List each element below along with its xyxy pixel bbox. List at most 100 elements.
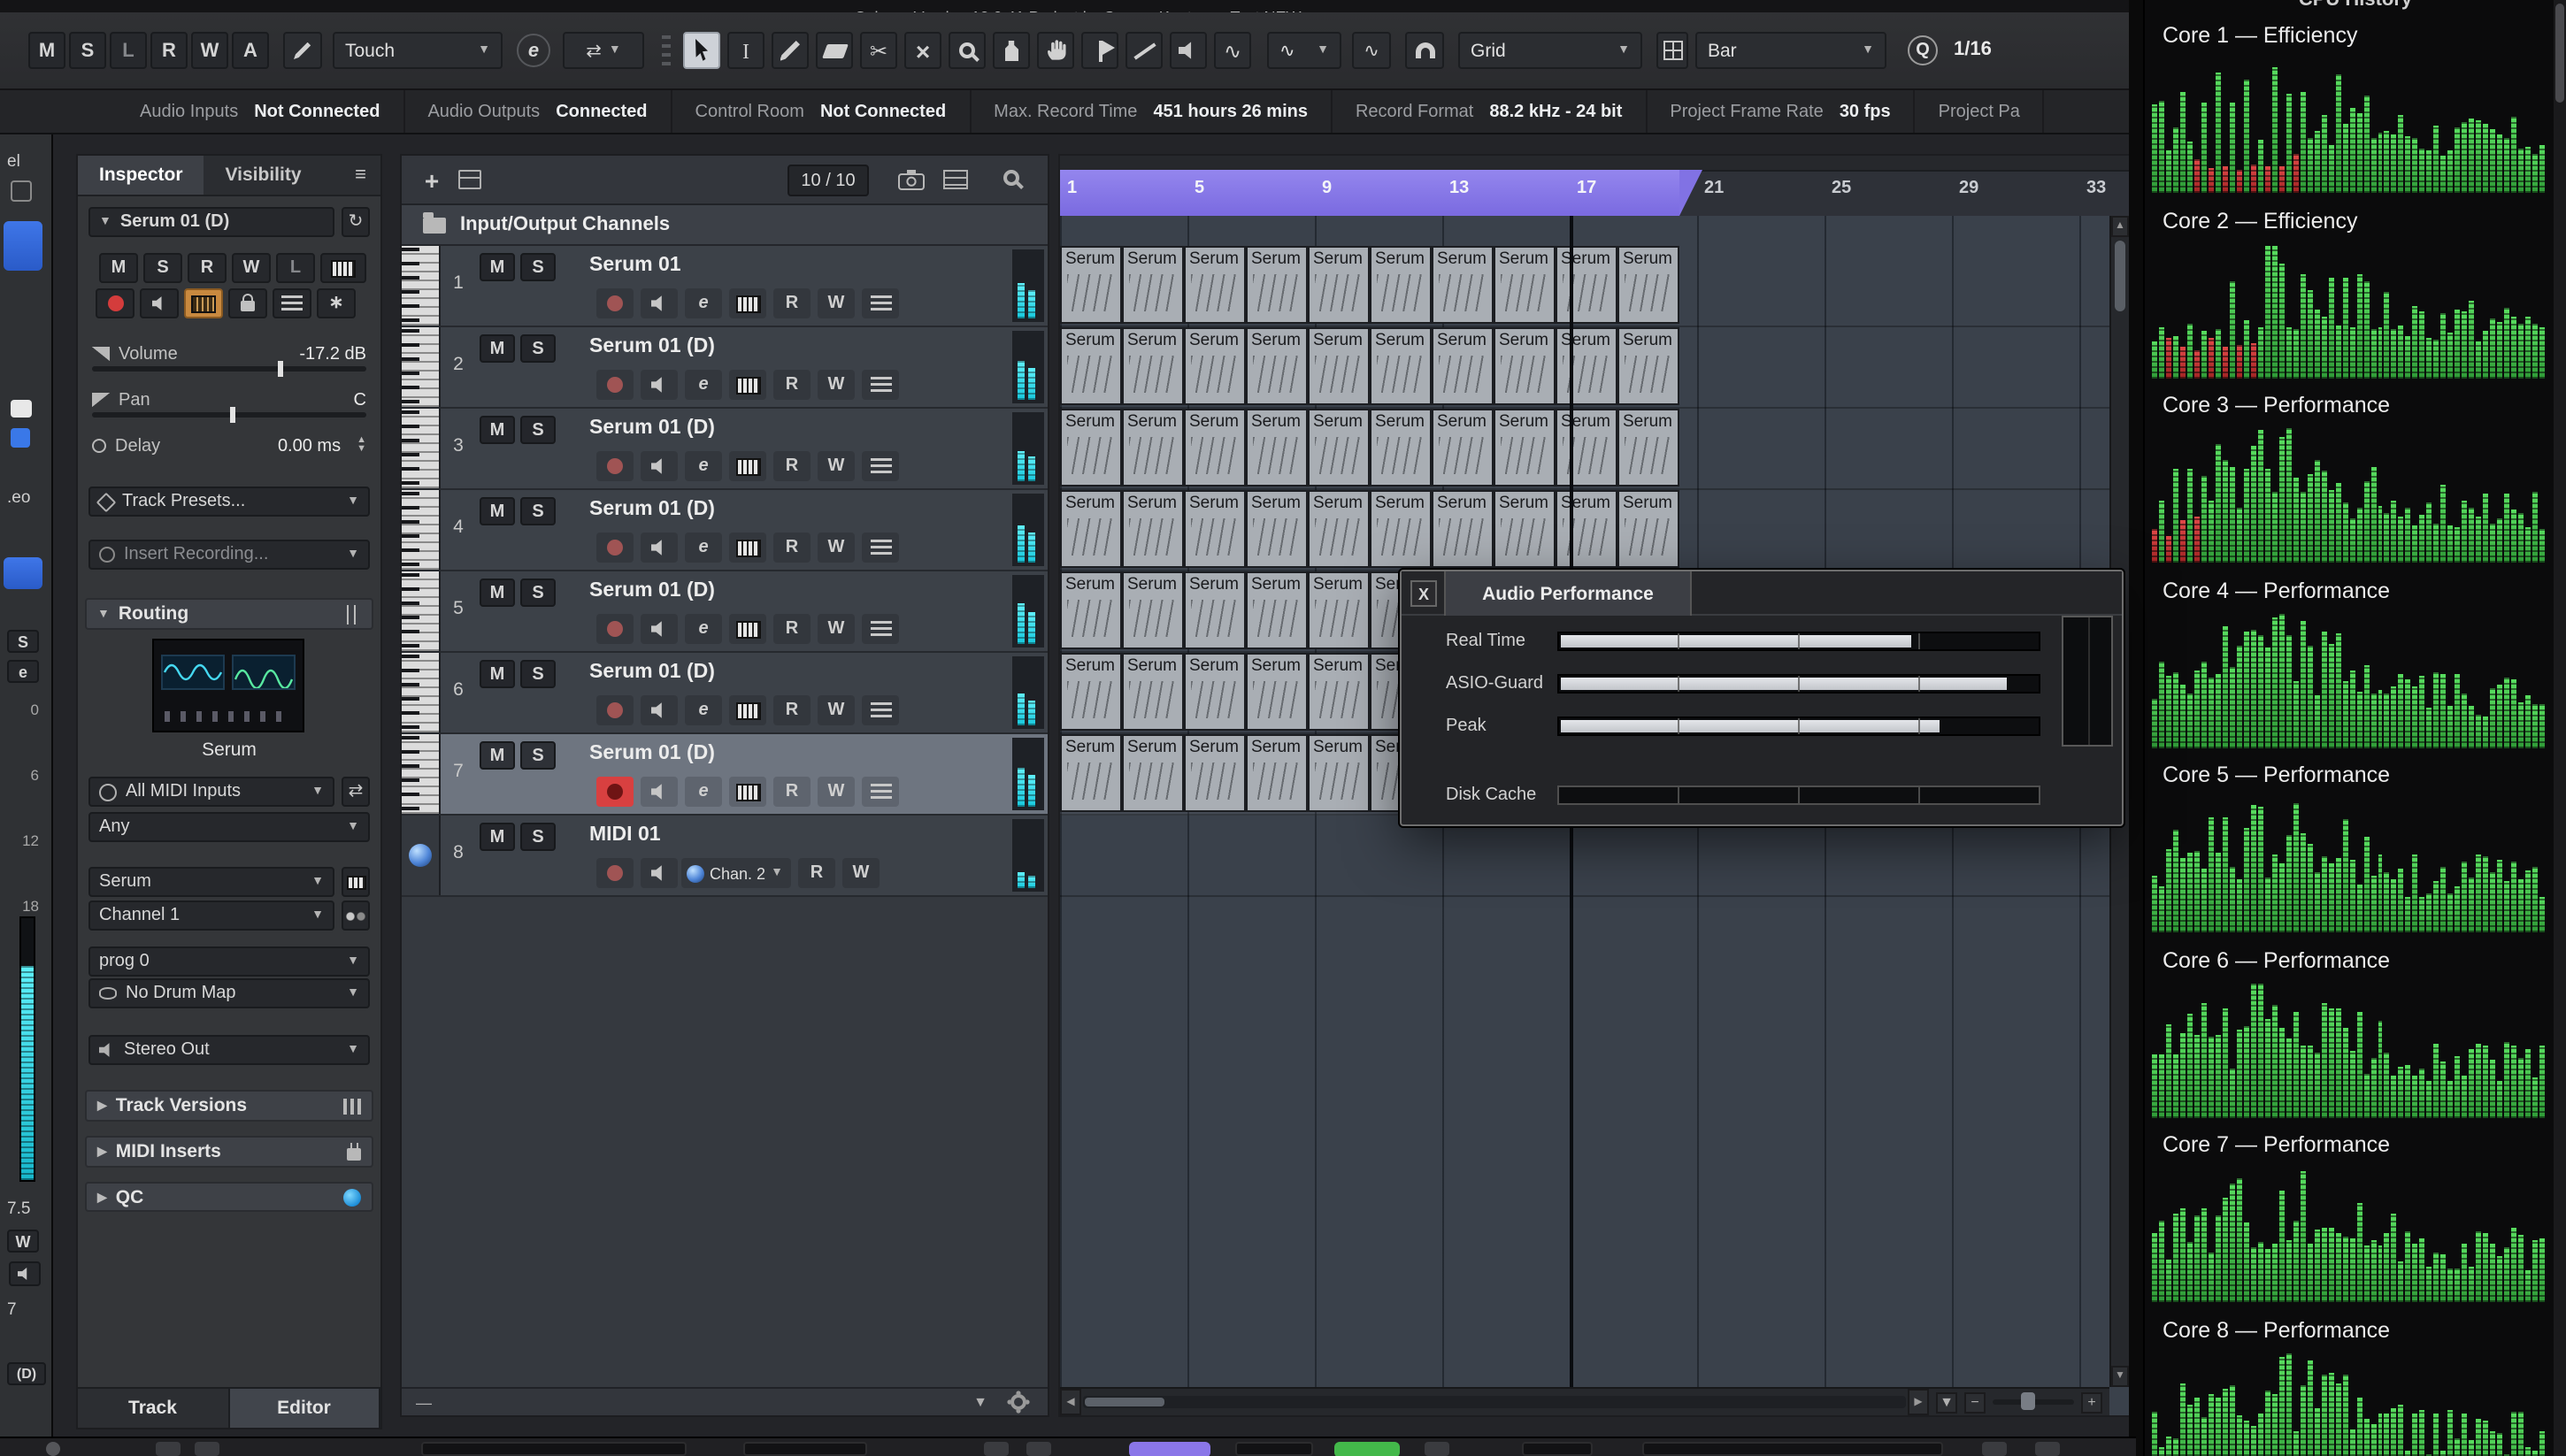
record-arm-button[interactable]	[596, 288, 634, 318]
delay-stepper[interactable]: ▲▼	[357, 437, 366, 455]
divider-handle[interactable]: —	[416, 1394, 432, 1412]
transport-button[interactable]	[2035, 1442, 2060, 1456]
solo-button[interactable]: S	[520, 416, 556, 444]
midi-clip[interactable]: Serum	[1184, 246, 1246, 324]
midi-clip[interactable]: Serum	[1060, 409, 1122, 487]
edit-channel-button[interactable]: e	[685, 533, 722, 563]
keyboard-icon[interactable]	[342, 867, 370, 897]
routing-section-header[interactable]: ▼ Routing	[85, 598, 373, 630]
midi-clip[interactable]: Serum	[1122, 571, 1184, 649]
edit-channel-button[interactable]: e	[685, 451, 722, 481]
write-button[interactable]: W	[842, 858, 880, 888]
global-solo-button[interactable]: S	[69, 32, 106, 69]
midi-clip[interactable]: Serum	[1246, 734, 1308, 812]
input-transformer-icon[interactable]: ⇄	[342, 777, 370, 807]
midi-clip[interactable]: Serum	[1494, 490, 1556, 568]
midi-clip[interactable]: Serum	[1308, 653, 1370, 731]
midi-channel-select[interactable]: Any ▼	[88, 812, 370, 842]
midi-clip[interactable]: Serum	[1370, 327, 1432, 405]
midi-input-select[interactable]: All MIDI Inputs ▼	[88, 777, 334, 807]
io-channels-header[interactable]: Input/Output Channels	[402, 205, 1048, 246]
inspector-menu-icon[interactable]: ≡	[341, 156, 380, 195]
warp-tool[interactable]: ∿	[1214, 32, 1251, 69]
global-listen-button[interactable]: L	[110, 32, 147, 69]
midi-clip[interactable]: Serum	[1432, 409, 1494, 487]
program-select[interactable]: prog 0 ▼	[88, 946, 370, 977]
close-button[interactable]: X	[1410, 580, 1437, 607]
drum-map-select[interactable]: No Drum Map ▼	[88, 978, 370, 1008]
transport-button[interactable]	[156, 1442, 181, 1456]
track-controls-menu[interactable]	[862, 288, 899, 318]
tab-visibility[interactable]: Visibility	[204, 156, 323, 195]
clipped-blue-button[interactable]	[4, 221, 42, 271]
midi-clip[interactable]: Serum	[1494, 246, 1556, 324]
midi-channel-select[interactable]: Chan. 2▼	[681, 858, 791, 888]
record-arm-button[interactable]	[596, 614, 634, 644]
status-item[interactable]: Project Frame Rate30 fps	[1647, 90, 1915, 133]
clipped-edit-button[interactable]: e	[7, 660, 39, 683]
status-item[interactable]: Audio InputsNot Connected	[117, 90, 404, 133]
instrument-button[interactable]	[729, 370, 766, 400]
grid-icon[interactable]	[1656, 32, 1688, 69]
track-presets-select[interactable]: Track Presets... ▼	[88, 487, 370, 517]
clipped-blue-icon[interactable]	[11, 428, 30, 448]
midi-clip[interactable]: Serum	[1494, 327, 1556, 405]
track-row[interactable]: 6MSSerum 01 (D)eRW	[402, 653, 1048, 734]
inspector-write-button[interactable]: W	[232, 253, 271, 283]
camera-icon[interactable]	[897, 168, 926, 200]
midi-clip[interactable]: Serum	[1184, 653, 1246, 731]
midi-clip[interactable]: Serum	[1308, 734, 1370, 812]
midi-clip[interactable]: Serum	[1060, 327, 1122, 405]
status-item[interactable]: Project Pa	[1916, 90, 2045, 133]
monitor-button[interactable]	[641, 533, 678, 563]
midi-clip[interactable]: Serum	[1432, 490, 1494, 568]
midi-clip[interactable]: Serum	[1184, 571, 1246, 649]
snap-type-select[interactable]: Grid ▼	[1458, 32, 1642, 69]
solo-button[interactable]: S	[520, 660, 556, 688]
write-button[interactable]: W	[818, 695, 855, 725]
slider-thumb[interactable]	[279, 361, 284, 377]
solo-button[interactable]: S	[520, 579, 556, 607]
play-button[interactable]	[1334, 1442, 1400, 1456]
track-row[interactable]: 5MSSerum 01 (D)eRW	[402, 571, 1048, 653]
channel-dots-icon[interactable]	[342, 900, 370, 931]
solo-button[interactable]: S	[520, 741, 556, 770]
mute-button[interactable]: M	[480, 579, 515, 607]
audio-performance-window[interactable]: X Audio Performance Real TimeASIO-GuardP…	[1400, 570, 2124, 826]
write-button[interactable]: W	[818, 777, 855, 807]
edit-channel-button[interactable]: e	[685, 614, 722, 644]
read-button[interactable]: R	[773, 451, 811, 481]
transport-button[interactable]	[984, 1442, 1009, 1456]
midi-clip[interactable]: Serum	[1060, 653, 1122, 731]
midi-clip[interactable]: Serum	[1617, 327, 1679, 405]
zoom-tool[interactable]	[949, 32, 986, 69]
edit-channel-button[interactable]: e	[517, 34, 550, 67]
scroll-up-icon[interactable]: ▲	[2111, 216, 2129, 237]
keyboard-icon[interactable]	[320, 253, 366, 283]
record-arm-button[interactable]	[596, 370, 634, 400]
clipped-write-button[interactable]: W	[7, 1230, 39, 1253]
read-button[interactable]: R	[773, 288, 811, 318]
midi-clip[interactable]: Serum	[1184, 490, 1246, 568]
instrument-button[interactable]	[729, 695, 766, 725]
write-button[interactable]: W	[818, 614, 855, 644]
tab-inspector[interactable]: Inspector	[78, 156, 204, 195]
clipped-solo-button[interactable]: S	[7, 630, 39, 653]
status-item[interactable]: Audio OutputsConnected	[404, 90, 672, 133]
transport-button[interactable]	[195, 1442, 219, 1456]
quantize-icon[interactable]: Q	[1908, 35, 1938, 65]
write-button[interactable]: W	[818, 533, 855, 563]
zoom-slider[interactable]	[1993, 1399, 2074, 1405]
mute-button[interactable]: M	[480, 334, 515, 363]
track-row[interactable]: 1MSSerum 01eRW	[402, 246, 1048, 327]
insert-recording-select[interactable]: Insert Recording... ▼	[88, 540, 370, 570]
midi-clip[interactable]: Serum	[1122, 409, 1184, 487]
monitor-button[interactable]	[641, 370, 678, 400]
tab-track[interactable]: Track	[78, 1389, 229, 1428]
midi-clip[interactable]: Serum	[1246, 409, 1308, 487]
midi-clip[interactable]: Serum	[1308, 571, 1370, 649]
record-arm-button[interactable]	[596, 777, 634, 807]
midi-clip[interactable]: Serum	[1184, 327, 1246, 405]
global-automation-button[interactable]: A	[232, 32, 269, 69]
monitor-button[interactable]	[641, 451, 678, 481]
